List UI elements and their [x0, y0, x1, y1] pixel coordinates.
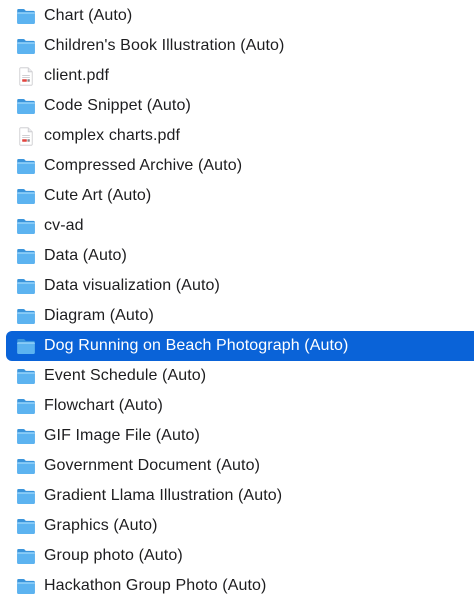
folder-icon — [16, 216, 36, 236]
list-item[interactable]: Code Snippet (Auto) — [0, 91, 474, 121]
folder-icon — [16, 516, 36, 536]
list-item[interactable]: GIF Image File (Auto) — [0, 421, 474, 451]
list-item[interactable]: Cute Art (Auto) — [0, 181, 474, 211]
list-item-label: Hackathon Group Photo (Auto) — [44, 577, 267, 594]
folder-icon — [16, 246, 36, 266]
list-item[interactable]: Event Schedule (Auto) — [0, 361, 474, 391]
list-item-label: GIF Image File (Auto) — [44, 427, 200, 444]
list-item-label: Chart (Auto) — [44, 7, 133, 24]
folder-icon — [16, 156, 36, 176]
list-item[interactable]: Flowchart (Auto) — [0, 391, 474, 421]
list-item-label: Dog Running on Beach Photograph (Auto) — [44, 337, 349, 354]
list-item-label: Graphics (Auto) — [44, 517, 158, 534]
list-item[interactable]: Graphics (Auto) — [0, 511, 474, 541]
list-item-label: complex charts.pdf — [44, 127, 181, 144]
list-item[interactable]: Hackathon Group Photo (Auto) — [0, 571, 474, 601]
list-item[interactable]: Data (Auto) — [0, 241, 474, 271]
list-item[interactable]: Gradient Llama Illustration (Auto) — [0, 481, 474, 511]
list-item-label: Government Document (Auto) — [44, 457, 261, 474]
list-item-label: Data visualization (Auto) — [44, 277, 220, 294]
list-item-label: Children's Book Illustration (Auto) — [44, 37, 285, 54]
list-item-label: Event Schedule (Auto) — [44, 367, 207, 384]
list-item-label: client.pdf — [44, 67, 110, 84]
list-item[interactable]: Compressed Archive (Auto) — [0, 151, 474, 181]
list-item[interactable]: Government Document (Auto) — [0, 451, 474, 481]
pdf-file-icon — [16, 66, 36, 86]
folder-icon — [16, 576, 36, 596]
list-item[interactable]: complex charts.pdf — [0, 121, 474, 151]
pdf-file-icon — [16, 126, 36, 146]
list-item[interactable]: Children's Book Illustration (Auto) — [0, 31, 474, 61]
list-item-label: Code Snippet (Auto) — [44, 97, 191, 114]
list-item[interactable]: Data visualization (Auto) — [0, 271, 474, 301]
list-item-label: Cute Art (Auto) — [44, 187, 152, 204]
folder-icon — [16, 96, 36, 116]
list-item-label: Data (Auto) — [44, 247, 127, 264]
folder-icon — [16, 36, 36, 56]
list-item-label: Diagram (Auto) — [44, 307, 154, 324]
list-item[interactable]: Chart (Auto) — [0, 1, 474, 31]
list-item-label: Group photo (Auto) — [44, 547, 183, 564]
list-item-label: Gradient Llama Illustration (Auto) — [44, 487, 283, 504]
list-item[interactable]: Dog Running on Beach Photograph (Auto) — [6, 331, 474, 361]
list-item-label: Compressed Archive (Auto) — [44, 157, 243, 174]
list-item[interactable]: client.pdf — [0, 61, 474, 91]
list-item[interactable]: cv-ad — [0, 211, 474, 241]
list-item-label: Flowchart (Auto) — [44, 397, 163, 414]
folder-icon — [16, 366, 36, 386]
folder-icon — [16, 426, 36, 446]
folder-icon — [16, 336, 36, 356]
folder-icon — [16, 186, 36, 206]
folder-icon — [16, 396, 36, 416]
folder-icon — [16, 6, 36, 26]
folder-icon — [16, 486, 36, 506]
list-item-label: cv-ad — [44, 217, 84, 234]
folder-icon — [16, 276, 36, 296]
folder-icon — [16, 306, 36, 326]
folder-icon — [16, 546, 36, 566]
list-item[interactable]: Group photo (Auto) — [0, 541, 474, 571]
list-item[interactable]: Diagram (Auto) — [0, 301, 474, 331]
folder-icon — [16, 456, 36, 476]
file-list: Chart (Auto) Children's Book Illustratio… — [0, 0, 474, 605]
